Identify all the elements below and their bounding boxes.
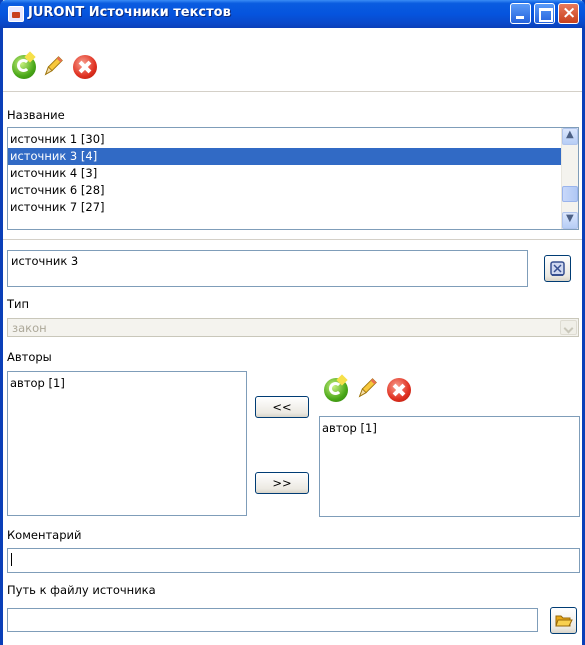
maximize-icon	[539, 8, 553, 22]
move-left-button[interactable]: <<	[255, 396, 309, 418]
chevron-down-icon[interactable]	[560, 320, 577, 335]
text-caret	[11, 553, 12, 566]
eraser-icon	[550, 261, 565, 276]
file-path-field[interactable]	[7, 608, 538, 632]
add-icon	[24, 51, 36, 63]
list-item[interactable]: источник 6 [28]	[8, 182, 578, 199]
browse-file-button[interactable]	[550, 607, 577, 634]
minimize-button[interactable]	[510, 3, 531, 24]
move-right-button[interactable]: >>	[255, 472, 309, 494]
close-button[interactable]: ×	[558, 3, 579, 24]
close-icon: ×	[562, 3, 577, 23]
delete-author-button[interactable]	[387, 378, 411, 402]
sources-list[interactable]: источник 1 [30] источник 3 [4] источник …	[7, 127, 579, 230]
maximize-button[interactable]	[534, 3, 555, 24]
content-area: Название источник 1 [30] источник 3 [4] …	[3, 28, 582, 645]
scroll-up-button[interactable]: ▲	[562, 128, 578, 145]
selected-authors-list[interactable]: автор [1]	[319, 416, 580, 517]
list-item[interactable]: источник 7 [27]	[8, 199, 578, 216]
source-editor-window: JURONT Источники текстов × Название исто…	[0, 0, 585, 645]
edit-icon	[358, 378, 377, 398]
separator	[3, 91, 582, 92]
type-select-value: закон	[12, 321, 47, 335]
scroll-down-button[interactable]: ▼	[562, 212, 578, 229]
type-select[interactable]: закон	[7, 318, 579, 337]
delete-source-button[interactable]	[73, 55, 97, 79]
chevron-up-icon: ▲	[566, 129, 574, 140]
clear-name-button[interactable]	[544, 255, 571, 282]
java-app-icon	[8, 6, 24, 22]
sources-label: Название	[7, 108, 65, 122]
edit-icon	[44, 56, 63, 76]
add-source-button[interactable]	[12, 51, 36, 79]
edit-author-button[interactable]	[355, 376, 379, 400]
list-item[interactable]: автор [1]	[320, 420, 579, 437]
edit-source-button[interactable]	[41, 54, 65, 78]
source-name-field[interactable]: источник 3	[7, 250, 528, 287]
type-label: Тип	[7, 297, 30, 311]
add-icon	[336, 374, 348, 386]
minimize-icon	[516, 16, 524, 19]
file-path-label: Путь к файлу источника	[7, 583, 156, 597]
add-author-button[interactable]	[324, 374, 348, 402]
list-item[interactable]: источник 4 [3]	[8, 165, 578, 182]
comment-field[interactable]	[7, 548, 580, 573]
list-item[interactable]: автор [1]	[8, 375, 246, 392]
folder-open-icon	[555, 615, 573, 627]
separator	[3, 239, 582, 240]
comment-label: Коментарий	[7, 528, 82, 542]
authors-label: Авторы	[7, 350, 52, 364]
scroll-thumb[interactable]	[562, 186, 578, 202]
list-item-selected[interactable]: источник 3 [4]	[8, 148, 578, 165]
sources-scrollbar[interactable]: ▲ ▼	[561, 128, 578, 229]
list-item[interactable]: источник 1 [30]	[8, 131, 578, 148]
available-authors-list[interactable]: автор [1]	[7, 371, 247, 516]
title-bar[interactable]: JURONT Источники текстов ×	[0, 0, 585, 28]
window-title: JURONT Источники текстов	[28, 5, 231, 20]
chevron-down-icon: ▼	[566, 213, 574, 224]
